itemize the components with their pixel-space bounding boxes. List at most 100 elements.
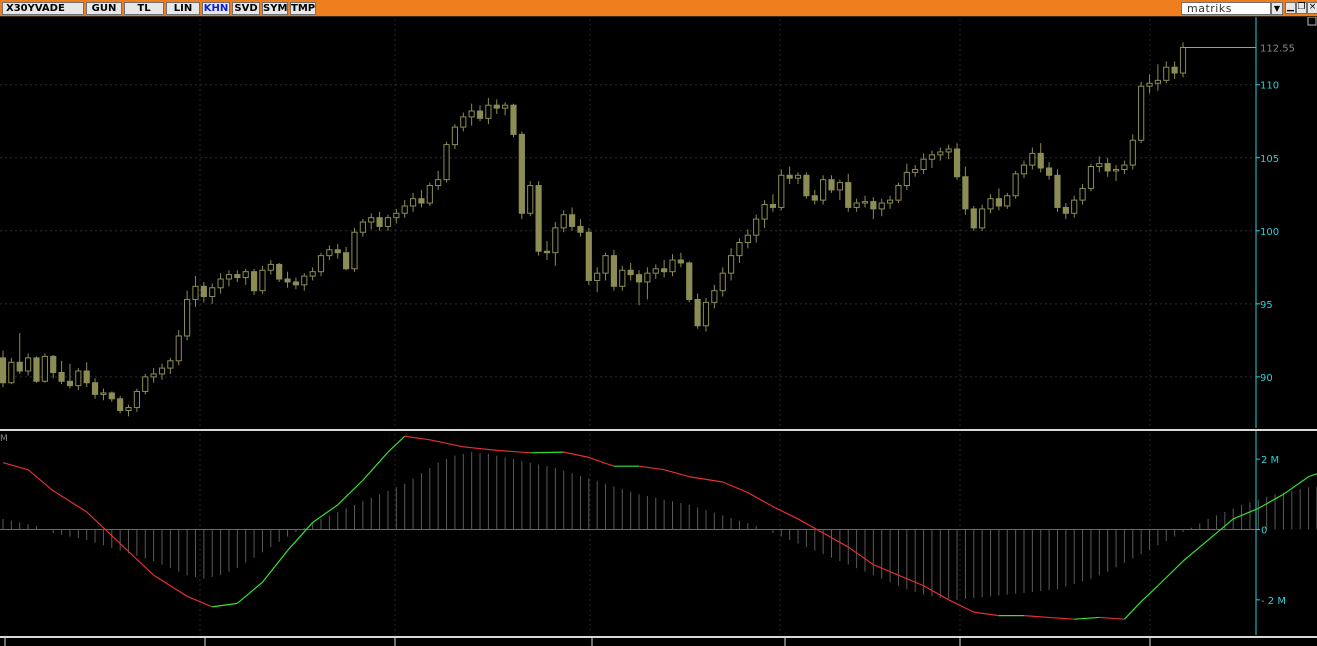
candle-body [928,154,936,160]
candle [41,353,48,383]
candle [426,182,433,206]
candle-body [409,198,417,207]
candle-body [242,271,249,279]
candle-body [920,158,927,170]
tb-button-tmp[interactable]: TMP [290,2,316,15]
candle-body [1046,167,1053,176]
candle-body [895,185,902,201]
candle-body [1037,152,1044,169]
candle-body [1012,173,1019,197]
candle-body [619,269,626,287]
candle-body [627,269,634,276]
candle-body [184,298,191,337]
candle-body [1054,174,1061,208]
candle-body [502,104,509,109]
candle-body [1179,46,1187,74]
tb-button-svd[interactable]: SVD [232,2,260,15]
candle-body [284,278,291,283]
candle [1138,81,1145,144]
candle-body [794,174,802,179]
candle-body [384,217,392,227]
candle [443,141,450,183]
candle-body [250,271,258,292]
candle-body [493,104,500,109]
candle-body [100,392,107,395]
candle-body [886,199,894,204]
candle-body [83,370,90,384]
candle-body [510,104,517,135]
candle [970,205,977,231]
candle-body [552,227,559,254]
candle [1054,169,1061,212]
candle-body [1062,206,1069,214]
tb-button-lin[interactable]: LIN [166,2,200,15]
candle-body [192,285,199,300]
candle [953,143,961,180]
price-tick-label: 105 [1260,154,1279,165]
candle-body [259,269,266,292]
candle-body [669,259,676,273]
candle-body [719,272,726,292]
candle-body [543,250,551,254]
candle-body [518,133,525,214]
candle-body [418,198,425,204]
candle-body [953,148,961,178]
candle-body [292,281,300,286]
candle-body [468,110,475,118]
symbol-field[interactable]: X30YVADE [2,2,84,15]
candle-body [568,214,576,227]
candle-body [234,274,241,279]
tb-button-tl[interactable]: TL [124,2,164,15]
panel-divider [0,429,1317,431]
bottom-divider [0,636,1317,638]
candle-body [451,126,459,146]
tb-button-sym[interactable]: SYM [262,2,288,15]
candle [8,357,15,385]
chevron-down-icon[interactable]: ▼ [1271,2,1283,15]
candle-body [945,148,952,153]
candle [259,265,266,294]
candle-body [535,185,542,252]
candle [1087,163,1095,192]
candle-body [753,218,760,236]
candle-body [209,287,216,298]
close-icon[interactable]: × [1307,2,1317,14]
candle-body [1129,139,1136,166]
candle-body [435,179,442,187]
candle [276,262,283,282]
brand-selector[interactable]: matriks [1181,2,1271,15]
candle-body [301,275,308,286]
chart-area[interactable]: 90 95 100 105 110 112.55 2 M 0 - 2 M M [0,17,1317,646]
candle-body [769,204,777,208]
candle-body [1121,164,1128,170]
candle-body [820,179,827,201]
candle-body [343,252,350,270]
candle-body [979,208,986,229]
candle-body [267,263,274,271]
candle-body [41,355,48,382]
tb-button-gun[interactable]: GUN [86,2,122,15]
candle-body [811,195,818,201]
candle-body [401,205,408,214]
candle [117,395,124,414]
candle-body [786,174,793,179]
candle-body [460,116,467,128]
candle-body [125,407,132,411]
restore-icon[interactable]: ❐ [1296,2,1307,14]
candle-body [142,376,149,392]
candle-body [686,262,693,300]
candle-body [50,355,57,373]
tb-button-khn[interactable]: KHN [202,2,230,15]
candle-body [970,208,977,229]
candle-body [711,290,718,303]
candle-body [861,201,869,204]
candle [351,227,358,272]
candle-body [0,357,7,384]
candle-body [16,361,23,372]
minimize-icon[interactable]: ▁ [1285,2,1296,14]
candle-body [836,182,843,191]
candle-body [727,255,735,274]
candle [686,261,693,303]
candle-body [744,234,751,243]
candle-body [326,249,333,257]
